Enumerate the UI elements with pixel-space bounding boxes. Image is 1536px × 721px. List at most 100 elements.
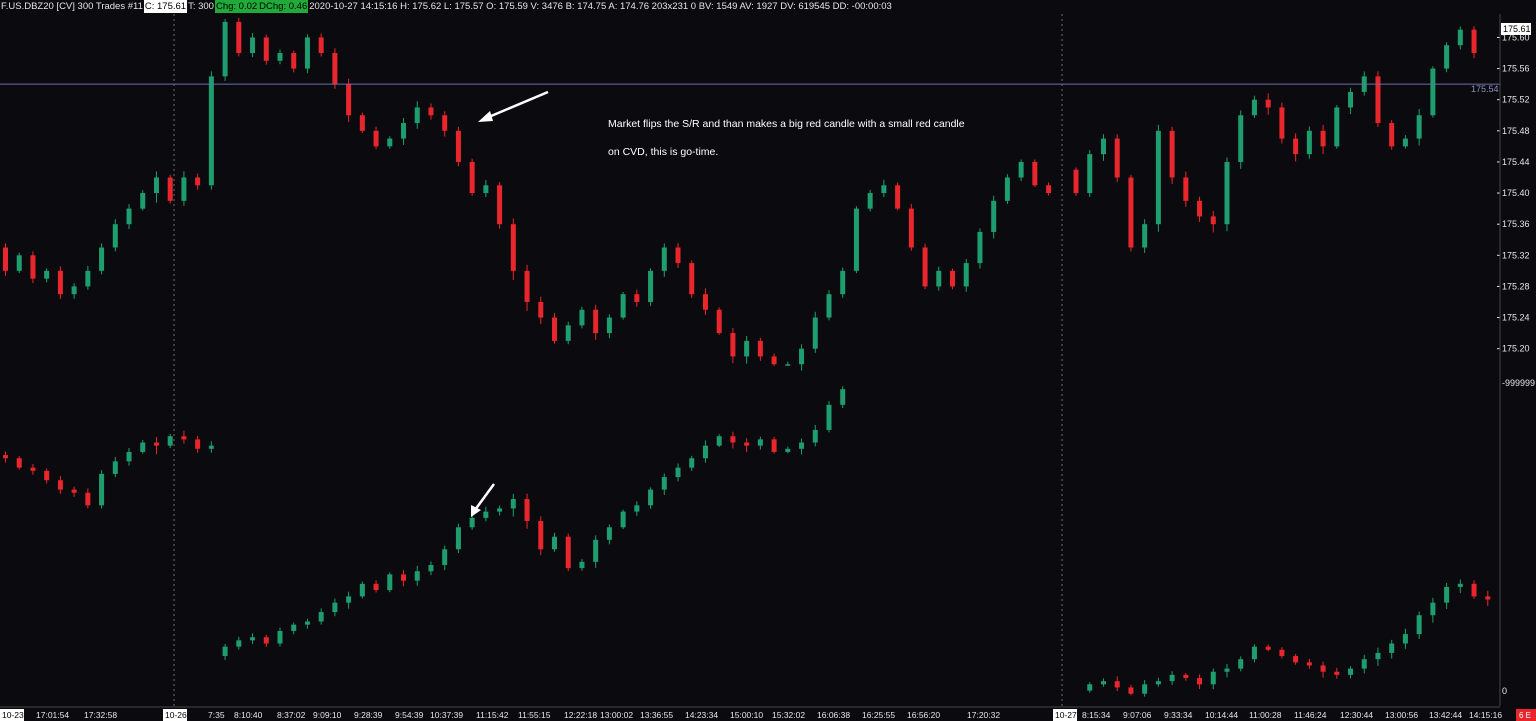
- candle-body: [1100, 681, 1106, 685]
- candle-body: [1128, 177, 1134, 248]
- trades-value: T: 300: [188, 1, 214, 12]
- candle-body: [1348, 668, 1354, 675]
- candle-body: [126, 451, 132, 462]
- candle-body: [277, 53, 283, 61]
- price-axis-label: 175.48: [1502, 126, 1530, 136]
- cvd-axis[interactable]: -999999 0: [1502, 378, 1535, 696]
- candle-body: [1183, 674, 1189, 679]
- candle-body: [153, 177, 159, 194]
- time-axis-label: 17:32:58: [84, 710, 117, 720]
- candle-body: [1224, 161, 1230, 225]
- candle-body: [304, 621, 310, 625]
- candle-body: [195, 177, 201, 186]
- candle-body: [112, 224, 118, 248]
- time-axis-label: 11:15:42: [476, 710, 509, 720]
- time-axis-label: 9:28:39: [354, 710, 383, 720]
- candle-body: [250, 37, 256, 54]
- sr-level-label: 175.54: [1471, 84, 1499, 94]
- time-axis-label: 16:25:55: [862, 710, 895, 720]
- candle-body: [153, 442, 159, 446]
- candle-body: [606, 317, 612, 334]
- candle-body: [1142, 224, 1148, 248]
- candle-body: [634, 505, 640, 512]
- candle-body: [1032, 161, 1038, 186]
- candle-body: [44, 270, 50, 279]
- candle-body: [840, 270, 846, 295]
- candle-body: [373, 130, 379, 147]
- candle-body: [799, 348, 805, 365]
- candle-body: [1334, 671, 1340, 675]
- candle-body: [1197, 678, 1203, 685]
- candle-body: [263, 637, 269, 644]
- candle-body: [126, 208, 132, 225]
- candle-body: [620, 294, 626, 318]
- candle-body: [1348, 91, 1354, 108]
- time-axis-label: 17:01:54: [36, 710, 69, 720]
- candle-body: [318, 612, 324, 622]
- candle-body: [1142, 684, 1148, 694]
- candle-body: [387, 138, 393, 147]
- candle-body: [1485, 596, 1491, 600]
- candle-body: [71, 286, 77, 295]
- candle-body: [1416, 615, 1422, 635]
- candle-body: [675, 247, 681, 264]
- time-axis-label: 16:06:38: [817, 710, 850, 720]
- candle-body: [661, 477, 667, 490]
- candle-body: [1430, 68, 1436, 116]
- candle-body: [455, 527, 461, 550]
- time-axis-label: 15:00:10: [730, 710, 763, 720]
- candle-body: [757, 439, 763, 446]
- candle-body: [181, 177, 187, 201]
- candle-body: [250, 637, 256, 641]
- candle-body: [57, 270, 63, 295]
- candle-body: [524, 270, 530, 302]
- time-axis-label: 17:20:32: [967, 710, 1000, 720]
- candle-body: [1471, 583, 1477, 597]
- candle-body: [373, 583, 379, 591]
- candle-body: [826, 294, 832, 318]
- candle-body: [359, 583, 365, 597]
- candle-body: [1210, 671, 1216, 685]
- chart-canvas[interactable]: 175.54 175.60175.56175.52175.48175.44175…: [0, 0, 1536, 721]
- candle-body: [1128, 687, 1134, 694]
- candle-body: [277, 630, 283, 644]
- price-axis-label: 175.24: [1502, 313, 1530, 323]
- candle-body: [1306, 130, 1312, 155]
- symbol-label: F.US.DBZ20 [CV] 300 Trades #11: [1, 1, 143, 12]
- time-axis-label: 8:15:34: [1082, 710, 1111, 720]
- candle-body: [1361, 659, 1367, 669]
- candle-body: [497, 508, 503, 512]
- candle-body: [236, 640, 242, 647]
- candle-body: [648, 489, 654, 506]
- arrow-price-icon: [478, 90, 549, 122]
- time-axis-label: 10:14:44: [1205, 710, 1238, 720]
- candle-body: [208, 445, 214, 449]
- candle-body: [1402, 138, 1408, 147]
- candle-body: [1375, 76, 1381, 124]
- candle-body: [414, 571, 420, 581]
- candle-body: [1416, 115, 1422, 139]
- candle-body: [85, 492, 91, 506]
- candle-body: [304, 37, 310, 69]
- candle-body: [785, 448, 791, 452]
- time-axis-label: 16:56:20: [907, 710, 940, 720]
- price-axis-label: 175.44: [1502, 157, 1530, 167]
- price-axis[interactable]: 175.60175.56175.52175.48175.44175.40175.…: [1497, 14, 1530, 706]
- time-axis-label: 8:37:02: [277, 710, 306, 720]
- candle-body: [1169, 130, 1175, 178]
- candle-body: [1293, 138, 1299, 155]
- candle-body: [442, 549, 448, 565]
- candle-body: [881, 185, 887, 194]
- cvd-axis-label-zero: 0: [1502, 686, 1507, 696]
- candle-body: [1375, 652, 1381, 660]
- time-axis[interactable]: 10-23 17:01:54 17:32:58 10-26 7:35 8:10:40 8:3…: [0, 706, 1502, 721]
- candle-body: [1073, 169, 1079, 194]
- candle-body: [826, 404, 832, 430]
- candle-body: [702, 294, 708, 310]
- candle-body: [1087, 684, 1093, 691]
- candle-body: [991, 200, 997, 232]
- daily-change-value: DChg: 0.46: [258, 0, 309, 13]
- candle-body: [593, 309, 599, 334]
- candle-body: [1430, 602, 1436, 616]
- candle-body: [1457, 583, 1463, 587]
